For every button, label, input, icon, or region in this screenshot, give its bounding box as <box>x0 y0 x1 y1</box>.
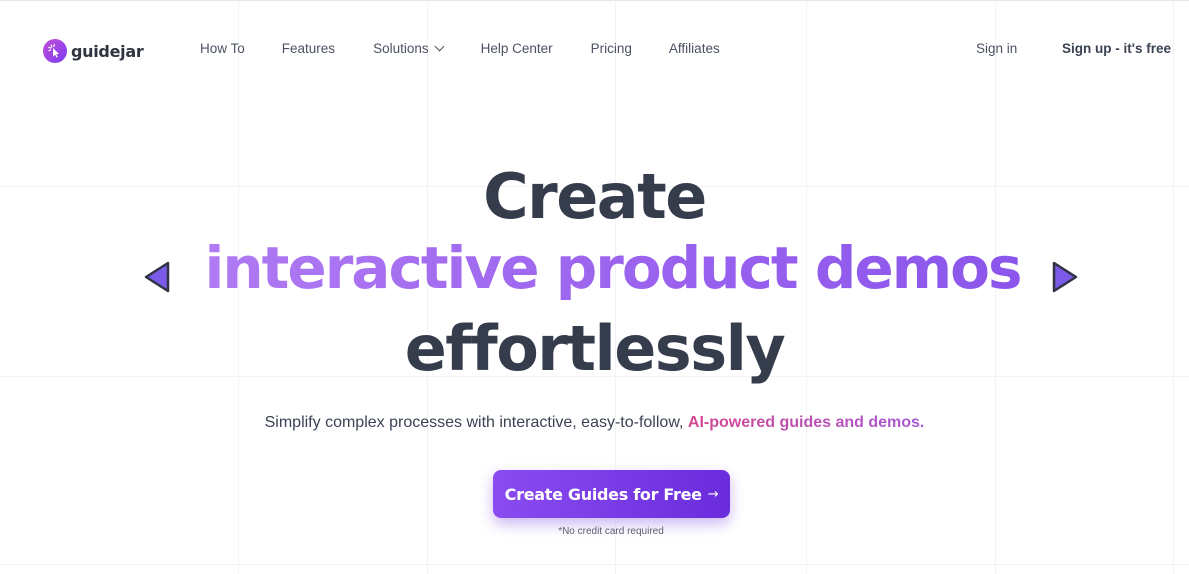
nav-solutions-dropdown[interactable]: Solutions <box>373 41 445 56</box>
nav-help-center-label: Help Center <box>480 41 553 56</box>
hero-subtitle-accent: AI-powered guides and demos. <box>687 414 925 431</box>
nav-links: How To Features Solutions Help Center Pr… <box>200 41 720 56</box>
hero-subtitle-text: Simplify complex processes with interact… <box>264 414 684 431</box>
nav-how-to[interactable]: How To <box>200 41 245 56</box>
nav-how-to-label: How To <box>200 41 245 56</box>
arrow-right-icon: → <box>707 486 719 502</box>
previous-arrow-button[interactable] <box>142 258 172 296</box>
next-arrow-button[interactable] <box>1050 258 1080 296</box>
nav-solutions-label: Solutions <box>373 41 429 56</box>
no-credit-card-note: *No credit card required <box>558 526 664 537</box>
create-guides-label: Create Guides for Free <box>504 484 702 504</box>
logo-icon <box>43 39 67 63</box>
hero-subtitle: Simplify complex processes with interact… <box>0 414 1189 432</box>
nav-help-center[interactable]: Help Center <box>481 41 553 56</box>
cursor-click-icon <box>48 44 59 58</box>
chevron-down-icon <box>434 41 445 52</box>
nav-features-label: Features <box>281 41 336 56</box>
hero-heading-line-3: effortlessly <box>404 312 786 385</box>
top-navigation: guidejar How To Features Solutions Help … <box>0 28 1189 72</box>
grid-line <box>0 564 1189 565</box>
top-border <box>0 0 1189 1</box>
triangle-left-icon <box>144 261 170 293</box>
landing-page: guidejar How To Features Solutions Help … <box>0 0 1189 574</box>
create-guides-button[interactable]: Create Guides for Free → <box>493 470 730 518</box>
nav-affiliates-label: Affiliates <box>668 41 720 56</box>
hero-heading-line-1: Create <box>483 160 707 233</box>
logo-link[interactable]: guidejar <box>43 38 144 64</box>
nav-pricing[interactable]: Pricing <box>591 41 632 56</box>
nav-features[interactable]: Features <box>282 41 335 56</box>
hero-heading-highlight: interactive product demos <box>190 234 1035 302</box>
nav-affiliates[interactable]: Affiliates <box>669 41 720 56</box>
brand-name: guidejar <box>71 41 144 61</box>
grid-line <box>1173 0 1174 574</box>
nav-pricing-label: Pricing <box>590 41 632 56</box>
sign-in-link[interactable]: Sign in <box>976 41 1017 56</box>
sign-up-link[interactable]: Sign up - it's free <box>1062 41 1171 56</box>
triangle-right-icon <box>1052 261 1078 293</box>
